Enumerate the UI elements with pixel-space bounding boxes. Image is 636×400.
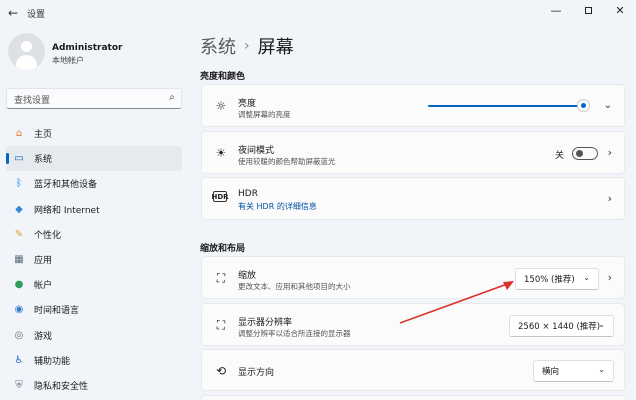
sidebar-item-label: 蓝牙和其他设备: [34, 180, 98, 191]
title-bar: ← 设置 — ✕: [0, 0, 636, 26]
bluetooth-icon: ᛒ: [16, 178, 22, 190]
resolution-title: 显示器分辨率: [238, 318, 293, 328]
resolution-card: ⛶ 显示器分辨率 调整分辨率以适合所连接的显示器 2560 × 1440 (推荐…: [201, 303, 625, 346]
back-arrow-icon[interactable]: ←: [8, 6, 18, 20]
sun-icon: ☼: [215, 99, 227, 113]
chevron-right-icon[interactable]: ›: [608, 271, 612, 284]
night-light-toggle-label: 关: [555, 151, 565, 161]
scale-card[interactable]: ⛶ 缩放 更改文本、应用和其他项目的大小 150% (推荐) ⌄ ›: [201, 256, 625, 299]
sidebar-item-9[interactable]: ♿ 辅助功能: [6, 348, 182, 373]
resolution-subtitle: 调整分辨率以适合所连接的显示器: [238, 329, 351, 338]
sidebar-item-label: 个性化: [34, 230, 62, 241]
page-title: 屏幕: [257, 37, 294, 58]
sidebar-item-4[interactable]: ✎ 个性化: [6, 222, 182, 247]
apps-icon: ▦: [14, 254, 24, 266]
sidebar-item-label: 系统: [34, 155, 53, 166]
scale-icon: ⛶: [216, 270, 226, 285]
close-button[interactable]: ✕: [604, 0, 636, 20]
night-light-subtitle: 使用较暖的颜色帮助屏蔽蓝光: [238, 157, 336, 166]
section-scale-layout: 缩放和布局: [200, 244, 246, 254]
sidebar-item-5[interactable]: ▦ 应用: [6, 247, 182, 272]
sidebar-item-label: 帐户: [34, 281, 53, 292]
accessibility-icon: ♿: [14, 354, 24, 366]
brightness-slider-track[interactable]: [428, 105, 584, 107]
orientation-card: ⟲ 显示方向 横向 ⌄: [201, 349, 625, 391]
hdr-title: HDR: [238, 189, 258, 199]
scale-subtitle: 更改文本、应用和其他项目的大小: [238, 282, 351, 291]
orientation-icon: ⟲: [215, 364, 227, 378]
avatar-head-icon: [21, 41, 32, 52]
search-input[interactable]: 查找设置 ⌕: [6, 88, 182, 109]
sidebar-item-label: 网络和 Internet: [34, 205, 100, 216]
sidebar-item-label: 应用: [34, 256, 53, 267]
account-icon: ●: [14, 279, 24, 291]
globe-clock-icon: ◉: [14, 304, 24, 316]
sidebar-item-3[interactable]: ◆ 网络和 Internet: [6, 197, 182, 222]
hdr-card[interactable]: HDR HDR 有关 HDR 的详细信息 ›: [201, 177, 625, 220]
user-account-type: 本地帐户: [52, 56, 84, 65]
sidebar-item-2[interactable]: ᛒ 蓝牙和其他设备: [6, 171, 182, 196]
orientation-dropdown[interactable]: 横向 ⌄: [533, 360, 614, 382]
breadcrumb-separator: ›: [244, 38, 250, 54]
section-brightness-color: 亮度和颜色: [200, 72, 246, 82]
window-title: 设置: [27, 10, 46, 20]
brightness-slider-thumb[interactable]: [577, 99, 591, 112]
chevron-down-icon: ⌄: [598, 320, 605, 329]
orientation-value: 横向: [542, 367, 560, 377]
brightness-card: ☼ 亮度 调整屏幕的亮度 ⌄: [201, 84, 625, 127]
resolution-value: 2560 × 1440 (推荐): [518, 322, 601, 332]
scale-dropdown[interactable]: 150% (推荐) ⌄: [515, 268, 599, 290]
sidebar-item-label: 隐私和安全性: [34, 381, 89, 392]
night-light-icon: ☀: [215, 146, 227, 160]
scale-value: 150% (推荐): [524, 275, 575, 285]
orientation-title: 显示方向: [238, 368, 275, 378]
night-light-title: 夜间模式: [238, 146, 275, 156]
maximize-button[interactable]: [572, 0, 604, 20]
avatar: [8, 33, 45, 70]
breadcrumb-parent[interactable]: 系统: [200, 33, 236, 59]
chevron-down-icon: ⌄: [598, 365, 605, 374]
sidebar-item-10[interactable]: ⛨ 隐私和安全性: [6, 373, 182, 398]
avatar-body-icon: [16, 55, 37, 70]
search-placeholder: 查找设置: [14, 96, 51, 106]
brightness-title: 亮度: [238, 99, 257, 109]
breadcrumb: 系统 › 屏幕: [200, 33, 294, 59]
hdr-link[interactable]: 有关 HDR 的详细信息: [238, 201, 317, 212]
night-light-toggle[interactable]: [572, 147, 598, 160]
sidebar-item-8[interactable]: ◎ 游戏: [6, 323, 182, 348]
sidebar-item-6[interactable]: ● 帐户: [6, 272, 182, 297]
user-name: Administrator: [52, 43, 123, 53]
brightness-subtitle: 调整屏幕的亮度: [238, 110, 291, 119]
minimize-button[interactable]: —: [540, 0, 572, 20]
hdr-icon: HDR: [211, 191, 229, 202]
home-icon: ⌂: [15, 128, 23, 140]
night-light-card[interactable]: ☀ 夜间模式 使用较暖的颜色帮助屏蔽蓝光 关 ›: [201, 131, 625, 174]
expand-chevron-icon[interactable]: ⌄: [604, 100, 612, 111]
chevron-right-icon[interactable]: ›: [608, 192, 612, 205]
brush-icon: ✎: [14, 228, 24, 240]
maximize-icon: [584, 6, 592, 14]
sidebar-item-label: 辅助功能: [34, 356, 71, 367]
sidebar-item-label: 主页: [34, 130, 53, 141]
chevron-down-icon: ⌄: [583, 273, 590, 282]
chevron-right-icon[interactable]: ›: [608, 146, 612, 159]
window-controls: — ✕: [540, 0, 636, 20]
sidebar-nav: ⌂ 主页 ▭ 系统 ᛒ 蓝牙和其他设备 ◆ 网络和 Internet ✎ 个性化 ▦ 应用 ● 帐户 ◉ 时间…: [6, 121, 182, 398]
sidebar-item-label: 游戏: [34, 331, 53, 342]
sidebar-item-0[interactable]: ⌂ 主页: [6, 121, 182, 146]
scale-title: 缩放: [238, 271, 257, 281]
user-profile[interactable]: Administrator 本地帐户: [8, 33, 122, 70]
sidebar-item-1[interactable]: ▭ 系统: [6, 146, 182, 172]
monitor-icon: ▭: [14, 153, 24, 165]
sidebar-item-7[interactable]: ◉ 时间和语言: [6, 297, 182, 322]
resolution-icon: ⛶: [216, 317, 226, 332]
search-icon[interactable]: ⌕: [169, 92, 175, 103]
next-card: [201, 395, 625, 400]
resolution-dropdown[interactable]: 2560 × 1440 (推荐) ⌄: [509, 315, 614, 337]
shield-icon: ⛨: [15, 379, 23, 391]
sidebar-item-label: 时间和语言: [34, 306, 80, 317]
wifi-icon: ◆: [15, 203, 23, 215]
gamepad-icon: ◎: [14, 329, 24, 341]
